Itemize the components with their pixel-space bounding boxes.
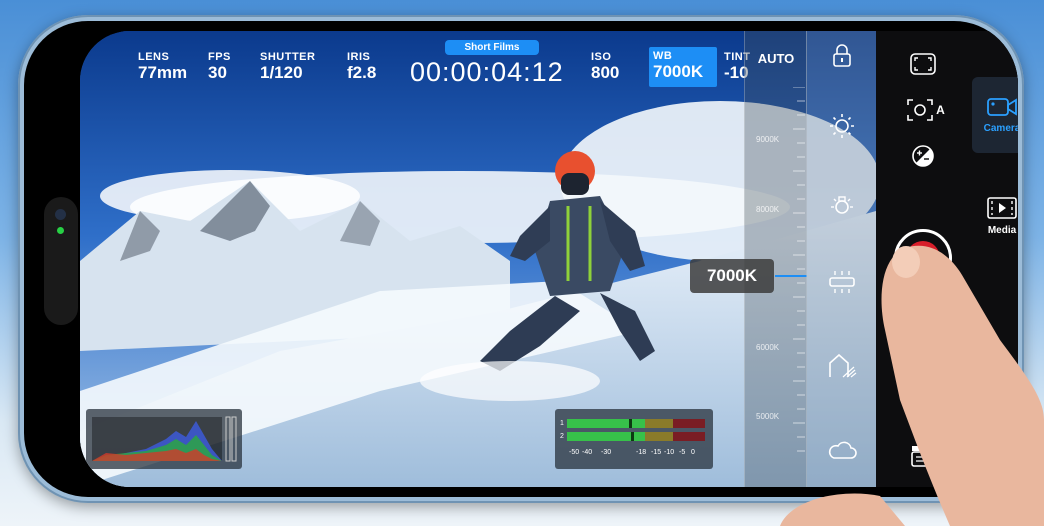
frame-guides-icon[interactable]: [908, 49, 938, 79]
wb-scale-8000k: 8000K: [756, 205, 780, 214]
wb-scale-5000k: 5000K: [756, 412, 780, 421]
zoom-icon[interactable]: [908, 395, 938, 425]
iso-label: ISO: [591, 51, 612, 63]
shutter-value: 1/120: [260, 63, 303, 82]
timecode: 00:00:04:12: [410, 57, 564, 87]
audio-scale-tick: -18: [636, 449, 647, 456]
audio-scale-tick: -5: [679, 449, 686, 456]
audio-scale-tick: -50: [569, 449, 580, 456]
fps-readout[interactable]: FPS 30: [208, 51, 231, 83]
iris-label: IRIS: [347, 51, 371, 63]
wb-value: 7000K: [653, 62, 704, 81]
fluorescent-icon[interactable]: [825, 267, 859, 297]
lamp-icon[interactable]: [827, 191, 857, 221]
nav-camera[interactable]: Camera: [972, 77, 1018, 153]
wb-readout[interactable]: WB 7000K: [649, 47, 717, 87]
cloud-icon[interactable]: [825, 435, 859, 465]
wb-current-readout: 7000K: [690, 259, 774, 293]
auto-exposure-label: A: [936, 103, 945, 117]
lens-label: LENS: [138, 51, 170, 63]
iso-readout[interactable]: ISO 800: [591, 51, 619, 83]
camera-indicator-icon: [57, 227, 64, 234]
audio-scale-tick: -10: [664, 449, 675, 456]
audio-scale-tick: -15: [651, 449, 662, 456]
shutter-label: SHUTTER: [260, 51, 316, 63]
media-nav-icon: [987, 196, 1017, 219]
lens-readout[interactable]: LENS 77mm: [138, 51, 187, 83]
phone-bezel: LENS 77mm FPS 30 SHUTTER 1/120 IRIS f2.8…: [24, 21, 1018, 497]
audio-meter-bars: [567, 419, 705, 441]
clapper-icon[interactable]: [908, 441, 938, 471]
nav-camera-label: Camera: [983, 122, 1018, 134]
exposure-compensation-icon[interactable]: [908, 141, 938, 171]
camera-viewfinder[interactable]: LENS 77mm FPS 30 SHUTTER 1/120 IRIS f2.8…: [80, 31, 876, 487]
gear-icon: [993, 399, 1011, 418]
audio-scale-tick: -40: [582, 449, 593, 456]
sun-icon[interactable]: [827, 111, 857, 141]
flip-camera-icon[interactable]: [906, 349, 940, 379]
iso-value: 800: [591, 63, 620, 82]
wb-scale-6000k: 6000K: [756, 343, 780, 352]
audio-scale-tick: 0: [691, 449, 695, 456]
audio-scale: -50 -40 -30 -18 -15 -10 -5 0: [569, 449, 709, 456]
nav-media-label: Media: [987, 224, 1017, 236]
audio-scale-tick: -30: [601, 449, 612, 456]
fps-value: 30: [208, 63, 227, 82]
app-screen: LENS 77mm FPS 30 SHUTTER 1/120 IRIS f2.8…: [80, 31, 1018, 487]
nav-settings[interactable]: Settings: [972, 391, 1018, 441]
camera-lens-icon: [55, 209, 66, 220]
nav-settings-label: Settings: [982, 423, 1018, 435]
nav-media[interactable]: Media: [972, 191, 1018, 241]
wb-label: WB: [653, 50, 673, 62]
iris-value: f2.8: [347, 63, 377, 82]
control-sidebar: A Camera Media Settings: [876, 31, 1018, 487]
wb-auto-button[interactable]: AUTO: [745, 51, 807, 66]
record-button[interactable]: [894, 229, 952, 287]
wb-presets-column: [806, 31, 876, 487]
record-dot-icon: [906, 241, 940, 275]
shade-icon[interactable]: [825, 351, 859, 381]
histogram-graph: [92, 416, 237, 462]
lock-icon[interactable]: [827, 41, 857, 71]
project-badge[interactable]: Short Films: [445, 40, 539, 55]
fps-label: FPS: [208, 51, 231, 63]
lens-value: 77mm: [138, 63, 188, 82]
wb-current-marker: [775, 275, 807, 277]
iris-readout[interactable]: IRIS f2.8: [347, 51, 376, 83]
auto-exposure-icon[interactable]: A: [904, 95, 948, 125]
camera-nav-icon: [987, 97, 1017, 116]
wb-scale-9000k: 9000K: [756, 135, 780, 144]
shutter-readout[interactable]: SHUTTER 1/120: [260, 51, 315, 83]
front-camera-pill: [44, 197, 78, 325]
audio-meter[interactable]: 1 2 -50 -40 -30 -18 -15 -10 -5 0: [555, 409, 713, 469]
histogram[interactable]: [86, 409, 242, 469]
